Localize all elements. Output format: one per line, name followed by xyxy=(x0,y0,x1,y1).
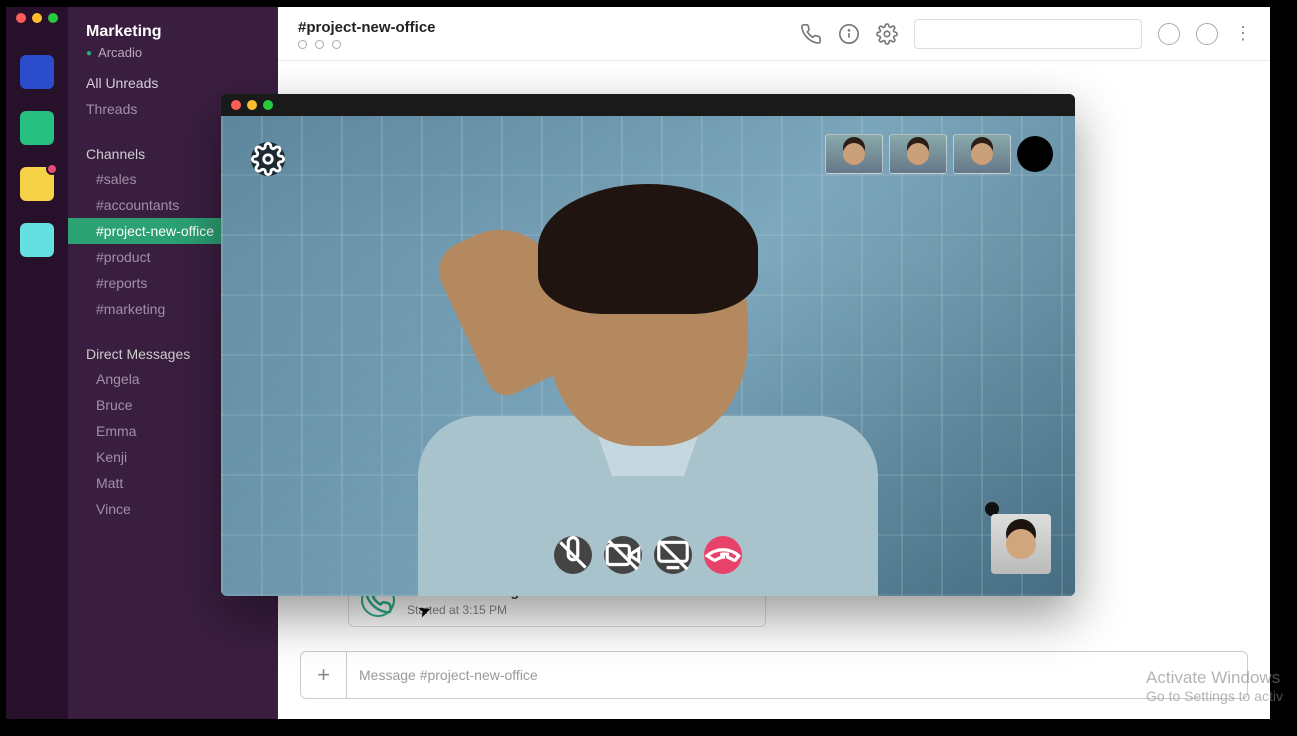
call-window-titlebar xyxy=(221,94,1075,116)
close-icon[interactable] xyxy=(231,100,241,110)
main-video-feed xyxy=(221,116,1075,596)
close-icon[interactable] xyxy=(16,13,26,23)
screenshare-button[interactable] xyxy=(654,536,692,574)
member-dot-icon xyxy=(298,40,307,49)
channel-meta: #project-new-office xyxy=(298,19,436,49)
main-participant xyxy=(388,166,908,596)
notification-badge-icon xyxy=(46,163,58,175)
team-name: Marketing xyxy=(86,23,260,41)
minimize-icon[interactable] xyxy=(247,100,257,110)
maximize-icon[interactable] xyxy=(48,13,58,23)
workspace-tile-2[interactable] xyxy=(20,111,54,145)
call-card-time: Started at 3:15 PM xyxy=(407,603,637,617)
message-composer[interactable]: + Message #project-new-office xyxy=(300,651,1248,699)
composer-placeholder: Message #project-new-office xyxy=(347,667,538,683)
minimize-icon[interactable] xyxy=(32,13,42,23)
maximize-icon[interactable] xyxy=(263,100,273,110)
gear-icon[interactable] xyxy=(876,23,898,45)
search-input[interactable] xyxy=(914,19,1142,49)
nav-all-unreads[interactable]: All Unreads xyxy=(68,70,278,96)
workspace-switcher xyxy=(6,7,68,719)
channel-header: #project-new-office ⋮ xyxy=(278,7,1270,61)
participant-thumb-1[interactable] xyxy=(825,134,883,174)
more-menu-icon[interactable]: ⋮ xyxy=(1234,23,1250,44)
window-traffic-lights xyxy=(16,13,58,23)
workspace-tile-3[interactable] xyxy=(20,167,54,201)
phone-icon[interactable] xyxy=(800,23,822,45)
call-settings-button[interactable] xyxy=(251,142,285,176)
call-controls xyxy=(554,536,742,574)
video-call-window xyxy=(221,94,1075,596)
participant-thumb-empty xyxy=(1017,136,1053,172)
workspace-tile-1[interactable] xyxy=(20,55,54,89)
member-dot-icon xyxy=(332,40,341,49)
self-view[interactable] xyxy=(991,514,1051,574)
team-header[interactable]: Marketing Arcadio xyxy=(68,19,278,70)
participant-thumb-3[interactable] xyxy=(953,134,1011,174)
mute-button[interactable] xyxy=(554,536,592,574)
attach-button[interactable]: + xyxy=(301,652,347,698)
channel-subinfo xyxy=(298,40,436,49)
channel-title: #project-new-office xyxy=(298,19,436,36)
mentions-icon[interactable] xyxy=(1158,23,1180,45)
info-icon[interactable] xyxy=(838,23,860,45)
end-call-button[interactable] xyxy=(704,536,742,574)
workspace-tile-4[interactable] xyxy=(20,223,54,257)
user-presence: Arcadio xyxy=(86,45,260,60)
starred-icon[interactable] xyxy=(1196,23,1218,45)
participant-thumbnails xyxy=(825,134,1053,174)
member-dot-icon xyxy=(315,40,324,49)
participant-thumb-2[interactable] xyxy=(889,134,947,174)
camera-toggle-button[interactable] xyxy=(604,536,642,574)
